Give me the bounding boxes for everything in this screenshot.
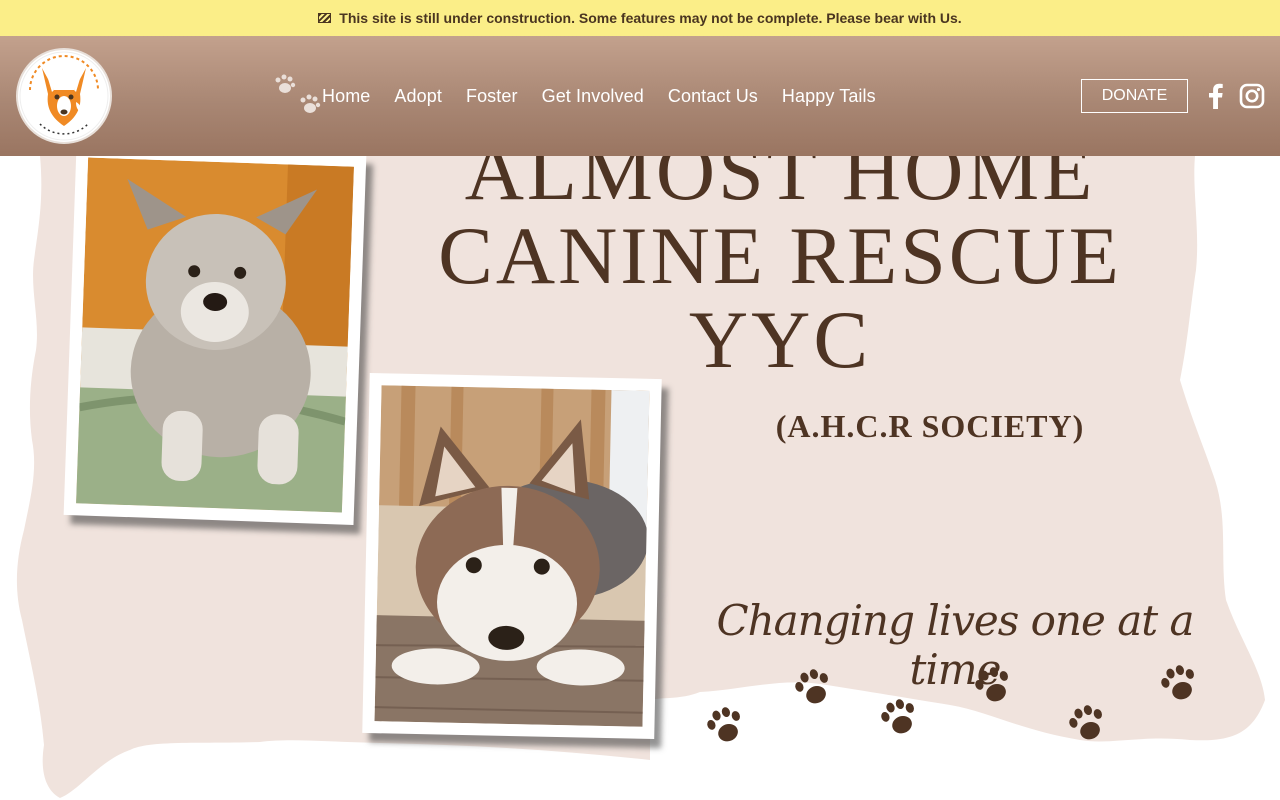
nav-home[interactable]: Home — [322, 86, 370, 107]
paw-print-icon — [707, 707, 740, 742]
nav-get-involved[interactable]: Get Involved — [542, 86, 644, 107]
paw-prints-icon — [275, 74, 321, 113]
site-logo[interactable] — [16, 48, 112, 144]
donate-button[interactable]: DONATE — [1081, 79, 1188, 113]
main-nav: Home Adopt Foster Get Involved Contact U… — [322, 86, 900, 107]
instagram-icon[interactable] — [1239, 83, 1265, 109]
nav-happy-tails[interactable]: Happy Tails — [782, 86, 876, 107]
paw-print-icon — [795, 669, 828, 704]
nav-contact-us[interactable]: Contact Us — [668, 86, 758, 107]
nav-adopt[interactable]: Adopt — [394, 86, 442, 107]
paw-print-icon — [881, 699, 914, 734]
construction-stripes-icon — [318, 13, 332, 23]
dog-logo-icon — [19, 51, 109, 141]
puppy-photo-frame — [63, 145, 367, 525]
hero-title-line-2: CANINE RESCUE — [438, 210, 1122, 301]
construction-banner: This site is still under construction. S… — [0, 0, 1280, 36]
paw-print-icon — [975, 667, 1008, 702]
husky-puppy-photo — [374, 385, 650, 727]
paw-print-icon — [1069, 705, 1102, 740]
hero-tagline: Changing lives one at a time — [716, 596, 1194, 694]
site-header: Home Adopt Foster Get Involved Contact U… — [0, 36, 1280, 156]
hero-title: ALMOST HOME CANINE RESCUE YYC — [380, 130, 1180, 382]
nav-foster[interactable]: Foster — [466, 86, 518, 107]
facebook-icon[interactable] — [1208, 83, 1224, 109]
puppy-photo — [76, 157, 354, 513]
husky-photo-frame — [362, 372, 662, 740]
paw-print-icon — [1161, 665, 1194, 700]
hero-subtitle: (A.H.C.R SOCIETY) — [775, 408, 1085, 444]
construction-banner-text: This site is still under construction. S… — [339, 10, 962, 26]
hero-title-line-3: YYC — [688, 294, 872, 385]
